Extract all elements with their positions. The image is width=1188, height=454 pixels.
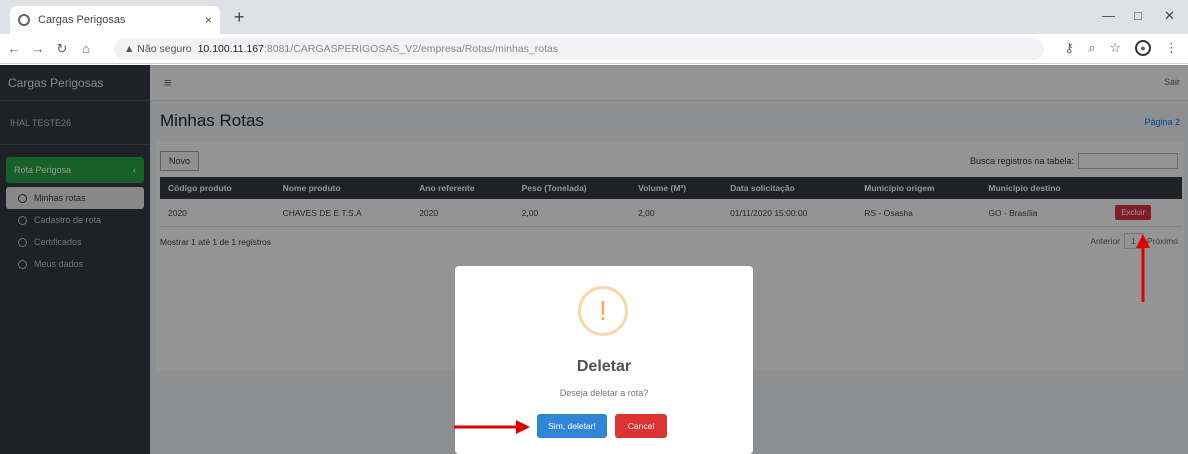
cancel-button[interactable]: Cancel (615, 414, 667, 438)
address-bar: ← → ↻ ⌂ ▲ Não seguro 10.100.11.167 :8081… (0, 34, 1188, 64)
zoom-icon[interactable]: ⌕ (1088, 40, 1095, 56)
url-path: :8081/CARGASPERIGOSAS_V2/empresa/Rotas/m… (263, 43, 559, 55)
address-bar-actions: ⚷ ⌕ ☆ ● ⋮ (1065, 40, 1178, 56)
profile-icon[interactable]: ● (1135, 40, 1151, 56)
annotation-arrow-up (1136, 234, 1150, 302)
url-input[interactable]: ▲ Não seguro 10.100.11.167 :8081/CARGASP… (114, 38, 1044, 60)
star-icon[interactable]: ☆ (1109, 40, 1121, 56)
minimize-icon[interactable]: — (1102, 8, 1115, 23)
dialog-title: Deletar (576, 358, 632, 375)
close-window-icon[interactable]: ✕ (1164, 8, 1175, 24)
globe-icon (18, 14, 30, 26)
not-secure-label: ▲ Não seguro (124, 43, 192, 55)
home-icon[interactable]: ⌂ (76, 41, 96, 56)
back-icon[interactable]: ← (4, 41, 24, 56)
new-tab-button[interactable]: + (234, 8, 245, 26)
url-host: 10.100.11.167 (197, 43, 264, 55)
reload-icon[interactable]: ↻ (52, 41, 72, 57)
warning-icon: ! (578, 286, 628, 336)
browser-tab-bar: Cargas Perigosas × + — □ ✕ (0, 0, 1188, 34)
tab-title: Cargas Perigosas (38, 14, 126, 26)
dialog-message: Deseja deletar a rota? (559, 388, 649, 398)
forward-icon[interactable]: → (28, 41, 48, 56)
close-tab-icon[interactable]: × (205, 13, 212, 27)
key-icon[interactable]: ⚷ (1065, 40, 1075, 56)
maximize-icon[interactable]: □ (1134, 8, 1142, 23)
menu-dots-icon[interactable]: ⋮ (1165, 40, 1178, 56)
confirm-delete-button[interactable]: Sim, deletar! (537, 414, 607, 438)
annotation-arrow-right (454, 420, 530, 434)
browser-tab[interactable]: Cargas Perigosas × (10, 6, 220, 34)
